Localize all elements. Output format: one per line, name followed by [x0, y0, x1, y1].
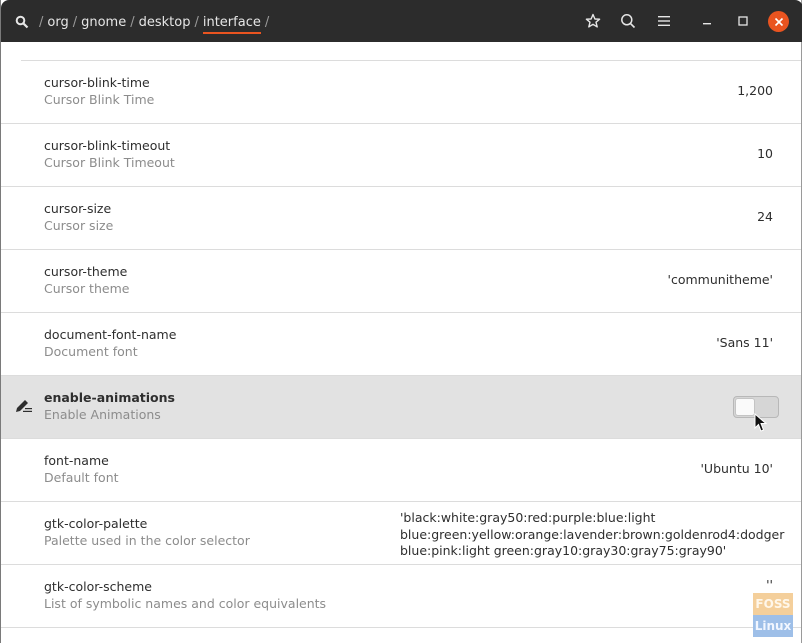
- key-value: 10: [757, 146, 773, 161]
- watermark-linux: Linux: [753, 615, 793, 637]
- breadcrumb-gnome[interactable]: gnome: [81, 15, 126, 30]
- breadcrumb-desktop[interactable]: desktop: [139, 15, 191, 30]
- watermark-foss: FOSS: [753, 593, 793, 615]
- bookmark-button[interactable]: [582, 10, 604, 32]
- maximize-icon: [738, 16, 748, 26]
- key-name: gtk-color-palette: [44, 516, 148, 531]
- breadcrumb-separator: /: [264, 14, 270, 30]
- key-row-gtk-color-scheme[interactable]: gtk-color-scheme List of symbolic names …: [1, 565, 801, 628]
- key-row-document-font-name[interactable]: document-font-name Document font 'Sans 1…: [1, 313, 801, 376]
- breadcrumb-interface[interactable]: interface: [202, 15, 261, 34]
- list-top-edge: [21, 42, 801, 61]
- key-name: enable-animations: [44, 390, 175, 405]
- key-summary: Cursor size: [44, 218, 114, 233]
- key-value: 'communitheme': [667, 272, 773, 287]
- key-summary: Palette used in the color selector: [44, 533, 250, 548]
- breadcrumb-separator: /: [130, 14, 135, 30]
- minimize-button[interactable]: [696, 10, 718, 32]
- key-summary: Default font: [44, 470, 119, 485]
- header-bar: / org / gnome / desktop / interface /: [1, 0, 802, 42]
- key-summary: Cursor Blink Time: [44, 92, 155, 107]
- key-name: font-name: [44, 453, 109, 468]
- close-icon: [774, 17, 783, 26]
- key-row-cursor-size[interactable]: cursor-size Cursor size 24: [1, 187, 801, 250]
- key-value: '': [766, 577, 773, 592]
- search-icon: [621, 14, 636, 29]
- key-name: cursor-blink-time: [44, 75, 150, 90]
- close-button[interactable]: [768, 11, 789, 32]
- breadcrumb-separator: /: [72, 14, 78, 30]
- key-row-cursor-theme[interactable]: cursor-theme Cursor theme 'communitheme': [1, 250, 801, 313]
- mouse-pointer-icon: [754, 413, 768, 432]
- breadcrumb: / org / gnome / desktop / interface /: [15, 12, 273, 34]
- toggle-knob[interactable]: [735, 398, 755, 416]
- maximize-button[interactable]: [732, 10, 754, 32]
- modified-pencil-icon: [14, 398, 34, 414]
- breadcrumb-org[interactable]: org: [47, 15, 68, 30]
- key-name: document-font-name: [44, 327, 177, 342]
- key-row-font-name[interactable]: font-name Default font 'Ubuntu 10': [1, 439, 801, 502]
- keys-list: cursor-blink-time Cursor Blink Time 1,20…: [1, 42, 801, 628]
- menu-button[interactable]: [653, 10, 675, 32]
- key-name: cursor-size: [44, 201, 112, 216]
- key-value: 'Ubuntu 10': [700, 461, 773, 476]
- key-summary: Cursor Blink Timeout: [44, 155, 175, 170]
- key-name: gtk-color-scheme: [44, 579, 152, 594]
- hamburger-menu-icon: [658, 16, 670, 26]
- key-value: 'black:white:gray50:red:purple:blue:ligh…: [400, 510, 785, 558]
- key-row-enable-animations[interactable]: enable-animations Enable Animations: [1, 376, 801, 439]
- breadcrumb-separator: /: [39, 14, 44, 30]
- key-summary: Enable Animations: [44, 407, 161, 422]
- key-row-gtk-color-palette[interactable]: gtk-color-palette Palette used in the co…: [1, 502, 801, 565]
- fosslinux-watermark: FOSS Linux: [753, 593, 793, 639]
- dconf-editor-window: / org / gnome / desktop / interface / cu…: [0, 0, 802, 643]
- search-button[interactable]: [617, 10, 639, 32]
- key-row-cursor-blink-time[interactable]: cursor-blink-time Cursor Blink Time 1,20…: [1, 61, 801, 124]
- key-value: 'Sans 11': [716, 335, 773, 350]
- key-value: 24: [757, 209, 773, 224]
- key-summary: Cursor theme: [44, 281, 130, 296]
- search-path-icon[interactable]: [15, 15, 29, 29]
- key-summary: Document font: [44, 344, 138, 359]
- minimize-icon: [703, 23, 711, 25]
- star-icon: [585, 13, 601, 28]
- key-name: cursor-theme: [44, 264, 128, 279]
- key-row-cursor-blink-timeout[interactable]: cursor-blink-timeout Cursor Blink Timeou…: [1, 124, 801, 187]
- key-name: cursor-blink-timeout: [44, 138, 171, 153]
- key-summary: List of symbolic names and color equival…: [44, 596, 327, 611]
- breadcrumb-separator: /: [194, 14, 199, 30]
- key-value: 1,200: [737, 83, 773, 98]
